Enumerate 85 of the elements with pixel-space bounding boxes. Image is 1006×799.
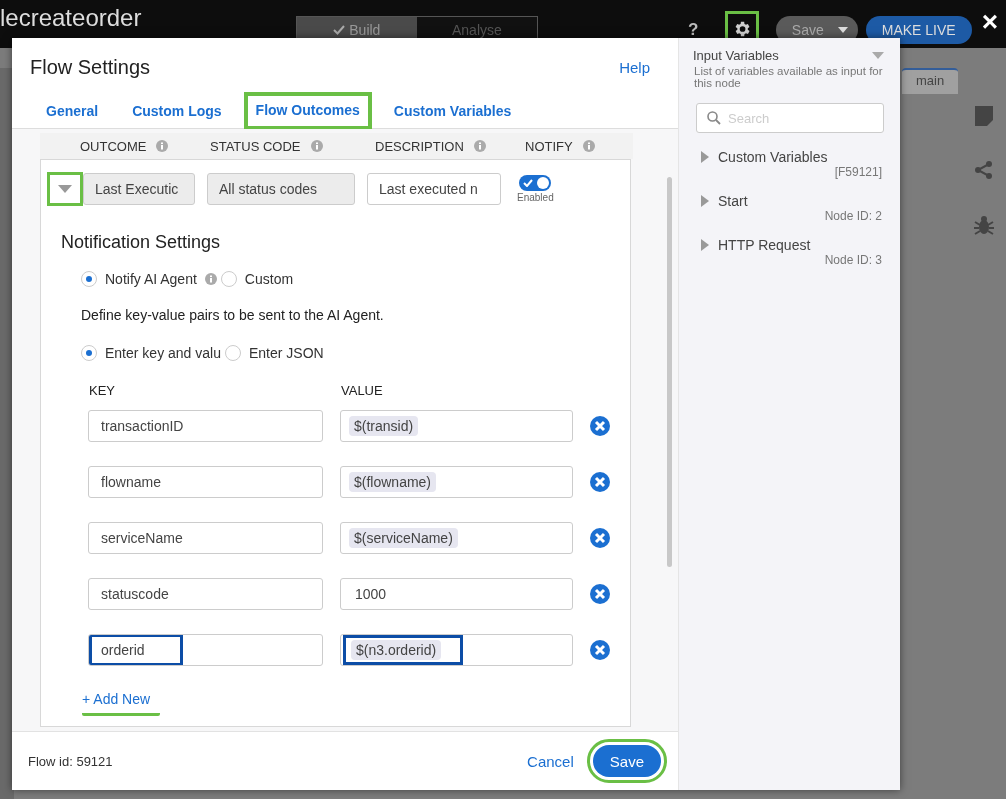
description-field[interactable]: Last executed n — [367, 173, 501, 205]
key-field[interactable]: orderid — [88, 634, 323, 666]
variable-chip: $(transid) — [349, 416, 419, 436]
panel-subtitle: List of variables available as input for this node — [694, 65, 884, 89]
value-field[interactable]: 1000 — [340, 578, 573, 610]
value-field[interactable]: $(transid) — [340, 410, 573, 442]
info-icon[interactable] — [156, 140, 169, 152]
radio-button[interactable] — [81, 271, 97, 287]
variable-group[interactable]: Custom Variables — [718, 149, 828, 165]
bug-icon[interactable] — [973, 214, 995, 236]
expand-arrow-icon[interactable] — [701, 195, 709, 207]
radio-label: Notify AI Agent — [105, 271, 197, 287]
node-id-text: Node ID: 2 — [824, 209, 882, 223]
share-icon[interactable] — [974, 160, 994, 180]
column-header: OUTCOME — [80, 138, 147, 154]
settings-tab[interactable]: Custom Variables — [383, 94, 522, 128]
variable-group[interactable]: HTTP Request — [718, 237, 811, 253]
section-title: Notification Settings — [61, 232, 222, 253]
make-live-button[interactable]: MAKE LIVE — [865, 16, 972, 44]
node-id-text: [F59121] — [834, 165, 882, 179]
flow-id-text: Flow id: 59121 — [28, 753, 114, 769]
column-header: VALUE — [341, 383, 383, 398]
column-header: NOTIFY — [525, 138, 573, 154]
column-header: KEY — [89, 383, 116, 398]
caret-icon[interactable] — [837, 27, 848, 33]
radio-button[interactable] — [224, 345, 241, 361]
remove-icon[interactable] — [589, 639, 611, 661]
settings-tab[interactable]: Custom Logs — [122, 94, 232, 128]
status-code-field[interactable]: All status codes — [207, 173, 355, 205]
key-field[interactable]: flowname — [88, 466, 323, 498]
notify-switch[interactable] — [519, 175, 552, 191]
close-button[interactable]: × — [981, 6, 998, 38]
scrollbar[interactable] — [667, 177, 672, 567]
radio-button[interactable] — [81, 345, 97, 361]
radio-label: Enter JSON — [248, 345, 324, 361]
expand-arrow-icon[interactable] — [701, 239, 709, 251]
flow-name: lecreateorder — [0, 4, 143, 32]
value-field[interactable]: $(serviceName) — [340, 522, 573, 554]
variable-chip: $(serviceName) — [349, 528, 458, 548]
help-button[interactable]: ? — [687, 20, 699, 40]
key-text: statuscode — [100, 585, 170, 604]
switch-label: Enabled — [517, 192, 554, 203]
value-field[interactable]: $(n3.orderid) — [340, 634, 573, 666]
key-field[interactable]: statuscode — [88, 578, 323, 610]
panel-title: Input Variables — [693, 48, 779, 63]
key-text: orderid — [91, 636, 181, 664]
variable-group[interactable]: Start — [718, 193, 748, 209]
info-icon[interactable] — [582, 140, 595, 152]
help-link[interactable]: Help — [619, 58, 650, 76]
variable-chip: $(flowname) — [349, 472, 437, 492]
column-header: STATUS CODE — [210, 138, 301, 154]
value-text: 1000 — [354, 585, 388, 604]
radio-button[interactable] — [220, 271, 237, 287]
radio-label: Enter key and valu — [105, 345, 221, 361]
check-icon — [523, 179, 534, 187]
radio-label: Custom — [244, 271, 294, 287]
expand-arrow-icon[interactable] — [701, 151, 709, 163]
caret-icon[interactable] — [58, 185, 72, 193]
check-icon — [333, 25, 346, 35]
key-field[interactable]: serviceName — [88, 522, 323, 554]
variable-chip: $(n3.orderid) — [351, 640, 442, 660]
canvas-tab[interactable]: main — [902, 68, 959, 94]
key-text: transactionID — [100, 417, 185, 436]
expand-toggle[interactable] — [47, 172, 83, 206]
settings-tab[interactable]: General — [36, 94, 109, 128]
column-header: DESCRIPTION — [375, 138, 464, 154]
instructions-text: Define key-value pairs to be sent to the AI Agent. — [81, 307, 385, 323]
remove-icon[interactable] — [589, 527, 611, 549]
info-icon[interactable] — [473, 140, 486, 152]
remove-icon[interactable] — [589, 471, 611, 493]
info-icon[interactable] — [204, 273, 217, 285]
key-text: serviceName — [100, 529, 184, 548]
info-icon[interactable] — [310, 140, 323, 152]
dialog-title: Flow Settings — [30, 55, 151, 79]
settings-tab[interactable]: Flow Outcomes — [245, 94, 370, 128]
node-id-text: Node ID: 3 — [824, 253, 882, 267]
key-text: flowname — [100, 473, 162, 492]
remove-icon[interactable] — [589, 415, 611, 437]
value-field[interactable]: $(flowname) — [340, 466, 573, 498]
key-field[interactable]: transactionID — [88, 410, 323, 442]
remove-icon[interactable] — [589, 583, 611, 605]
note-icon[interactable] — [975, 106, 993, 126]
outcome-field[interactable]: Last Executic — [83, 173, 195, 205]
add-new-link[interactable]: + Add New — [82, 691, 161, 716]
cancel-link[interactable]: Cancel — [527, 752, 574, 770]
